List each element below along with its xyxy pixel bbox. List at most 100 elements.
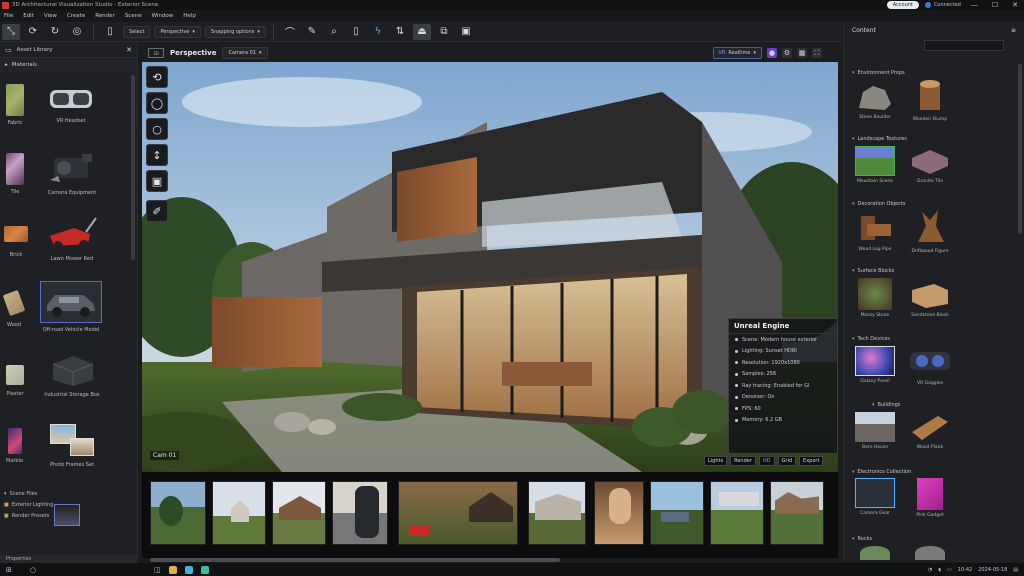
settings-icon[interactable]: ⚙ xyxy=(782,48,792,58)
section-buildings[interactable]: Buildings xyxy=(872,402,901,408)
section-landscape-textures[interactable]: Landscape Textures xyxy=(852,136,907,142)
rock-thumb[interactable] xyxy=(860,546,890,560)
rotate-tool-icon[interactable]: ⟳ xyxy=(24,24,42,40)
task-view-icon[interactable]: ◫ xyxy=(154,566,161,574)
chip-grid[interactable]: Grid xyxy=(777,456,797,466)
r-asset-sandstone-block[interactable]: Sandstone Block xyxy=(900,280,960,318)
search-icon[interactable]: ○ xyxy=(30,566,36,574)
phone-icon[interactable]: ▯ xyxy=(347,24,365,40)
film-thumb[interactable] xyxy=(710,481,764,545)
asset-photo-frames[interactable]: Photo Frames Set xyxy=(44,422,100,468)
search-icon[interactable]: ⌕ xyxy=(325,24,343,40)
asset-vr-headset[interactable]: VR Headset xyxy=(46,84,96,124)
asset-storage-box[interactable]: Industrial Storage Box xyxy=(42,352,102,398)
section-rocks[interactable]: Rocks xyxy=(852,536,873,542)
section-surface-blocks[interactable]: Surface Blocks xyxy=(852,268,895,274)
asset-offroad-vehicle[interactable]: Off-road Vehicle Model xyxy=(40,281,102,333)
materials-header[interactable]: ▸ Materials xyxy=(0,58,137,72)
r-asset-camera-gear[interactable]: Camera Gear xyxy=(845,478,905,516)
folder-item-scene-files[interactable]: ▾ Scene Files xyxy=(4,488,132,499)
rock-thumb[interactable] xyxy=(915,546,945,560)
film-thumb[interactable] xyxy=(650,481,704,545)
r-asset-barn-house[interactable]: Barn House xyxy=(845,412,905,450)
battery-icon[interactable]: ▭ xyxy=(947,567,952,573)
film-thumb[interactable] xyxy=(150,481,206,545)
camera-icon[interactable]: ▣ xyxy=(146,170,168,192)
lasso-select-icon[interactable]: ⟲ xyxy=(146,66,168,88)
render-icon[interactable]: ⏏ xyxy=(412,23,431,40)
asset-marble[interactable]: Marble xyxy=(6,428,23,464)
layer-icon[interactable]: ▯ xyxy=(101,24,119,40)
circle-select-icon[interactable]: ○ xyxy=(146,118,168,140)
r-asset-wooden-stump[interactable]: Wooden Stump xyxy=(900,78,960,122)
asset-fabric[interactable]: Fabric xyxy=(6,84,24,126)
r-asset-mossy-stone[interactable]: Mossy Stone xyxy=(845,278,905,318)
close-panel-icon[interactable]: ✕ xyxy=(126,46,132,54)
filmstrip-scrollbar[interactable] xyxy=(150,558,560,562)
r-asset-mountain-scene[interactable]: Mountain Scene xyxy=(845,146,905,184)
film-thumb[interactable] xyxy=(332,481,388,545)
asset-lawn-mower[interactable]: Lawn Mower Red xyxy=(42,214,102,262)
content-search-input[interactable] xyxy=(924,40,1004,51)
section-electronics-collection[interactable]: Electronics Collection xyxy=(852,469,912,475)
vertical-align-icon[interactable]: ⇅ xyxy=(391,24,409,40)
snap-dropdown[interactable]: Snapping options ▾ xyxy=(204,25,266,38)
render-mode-dropdown[interactable]: VR Realtime ▾ xyxy=(712,47,762,59)
menu-file[interactable]: File xyxy=(4,13,13,19)
chip-lights[interactable]: Lights xyxy=(704,456,728,466)
scale-tool-icon[interactable]: ◎ xyxy=(68,24,86,40)
chip-export[interactable]: Export xyxy=(799,456,824,466)
brush-icon[interactable]: ✐ xyxy=(146,200,168,222)
mode-dropdown[interactable]: Select xyxy=(123,25,151,38)
asset-plaster[interactable]: Plaster xyxy=(6,365,24,397)
film-thumb[interactable] xyxy=(212,481,266,545)
paint-icon[interactable]: ✎ xyxy=(303,24,321,40)
volume-icon[interactable]: ◖ xyxy=(938,567,941,573)
r-asset-granite-tile[interactable]: Granite Tile xyxy=(900,146,960,184)
select-tool-icon[interactable]: ⤡ xyxy=(2,23,20,40)
preset-thumbnail[interactable] xyxy=(54,504,80,526)
r-asset-wood-log-pipe[interactable]: Wood Log Pipe xyxy=(845,208,905,252)
panel-menu-icon[interactable]: ≡ xyxy=(1011,27,1016,34)
r-asset-wood-plank[interactable]: Wood Plank xyxy=(900,412,960,450)
close-button[interactable]: ✕ xyxy=(1012,1,1018,9)
move-vertical-icon[interactable]: ↕ xyxy=(146,144,168,166)
asset-wood[interactable]: Wood xyxy=(2,289,26,328)
menu-create[interactable]: Create xyxy=(67,13,85,19)
film-thumb[interactable] xyxy=(770,481,824,545)
r-asset-driftwood-figure[interactable]: Driftwood Figure xyxy=(900,206,960,254)
film-thumb[interactable] xyxy=(594,481,644,545)
asset-tile[interactable]: Tile xyxy=(6,153,24,195)
notifications-icon[interactable]: ▤ xyxy=(1013,567,1018,573)
lasso-icon[interactable]: ⌒ xyxy=(281,24,299,40)
image-icon[interactable]: ▣ xyxy=(457,24,475,40)
grid-icon[interactable]: ▦ xyxy=(797,48,807,58)
r-asset-galaxy-panel[interactable]: Galaxy Panel xyxy=(845,346,905,384)
section-decoration-objects[interactable]: Decoration Objects xyxy=(852,201,906,207)
fullscreen-icon[interactable]: ⛶ xyxy=(812,48,822,58)
camera-dropdown[interactable]: Camera 01 ▾ xyxy=(222,47,268,59)
film-thumb[interactable] xyxy=(398,481,518,545)
menu-edit[interactable]: Edit xyxy=(23,13,34,19)
orbit-tool-icon[interactable]: ↻ xyxy=(46,24,64,40)
menu-window[interactable]: Window xyxy=(152,13,174,19)
asset-camera-equipment[interactable]: Camera Equipment xyxy=(44,148,100,196)
film-thumb[interactable] xyxy=(528,481,586,545)
maximize-button[interactable]: ☐ xyxy=(992,1,998,9)
menu-help[interactable]: Help xyxy=(183,13,196,19)
view-dropdown[interactable]: Perspective ▾ xyxy=(154,25,201,38)
section-environment-props[interactable]: Environment Props xyxy=(852,70,905,76)
properties-tab[interactable]: Properties xyxy=(0,555,138,563)
r-asset-vr-goggles[interactable]: VR Goggles xyxy=(900,344,960,386)
ellipse-tool-icon[interactable]: ◯ xyxy=(146,92,168,114)
lightning-icon[interactable]: ϟ xyxy=(369,24,387,40)
menu-scene[interactable]: Scene xyxy=(125,13,142,19)
asset-brick[interactable]: Brick xyxy=(4,226,28,258)
account-button[interactable]: Account xyxy=(886,1,919,9)
chip-hd[interactable]: HD xyxy=(758,456,775,466)
user-avatar-icon[interactable]: ● xyxy=(767,48,777,58)
account-area[interactable]: Account Connected xyxy=(886,1,961,9)
r-asset-stone-boulder[interactable]: Stone Boulder xyxy=(845,82,905,120)
film-thumb[interactable] xyxy=(272,481,326,545)
r-asset-pink-gadget[interactable]: Pink Gadget xyxy=(900,478,960,518)
